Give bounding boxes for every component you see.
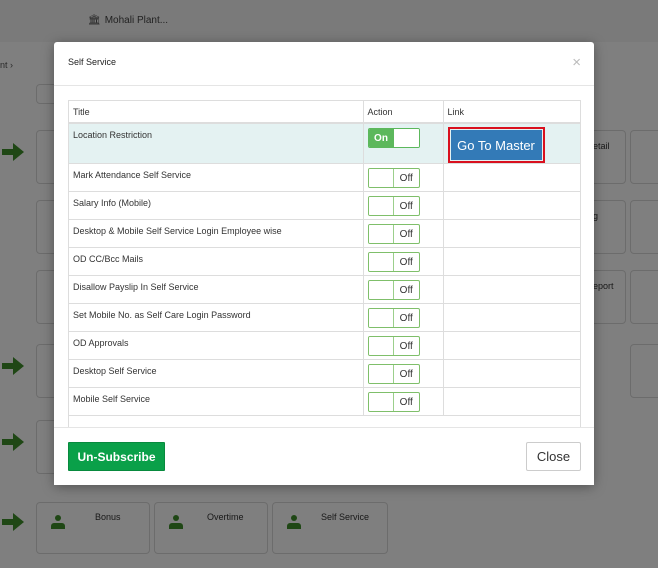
settings-table: Title Action Link Location Restriction O… bbox=[68, 100, 581, 456]
toggle-label: On bbox=[368, 129, 394, 147]
column-header-link: Link bbox=[443, 101, 580, 124]
column-header-title: Title bbox=[69, 101, 364, 124]
toggle-knob bbox=[368, 309, 394, 327]
row-link bbox=[443, 303, 580, 332]
row-action: Off bbox=[363, 359, 444, 388]
row-title: Disallow Payslip In Self Service bbox=[69, 275, 364, 304]
row-action: Off bbox=[363, 387, 444, 416]
row-action: Off bbox=[363, 303, 444, 332]
modal-title: Self Service bbox=[68, 57, 117, 67]
toggle-label: Off bbox=[399, 256, 413, 268]
toggle-label: Off bbox=[399, 312, 413, 324]
row-link bbox=[443, 163, 580, 192]
table-row: Set Mobile No. as Self Care Login Passwo… bbox=[69, 303, 580, 332]
toggle-switch[interactable]: Off bbox=[367, 392, 420, 412]
toggle-label: Off bbox=[399, 284, 413, 296]
row-title: Desktop & Mobile Self Service Login Empl… bbox=[69, 219, 364, 248]
row-link: Go To Master bbox=[443, 123, 580, 164]
row-title: Salary Info (Mobile) bbox=[69, 191, 364, 220]
table-row: OD CC/Bcc Mails Off bbox=[69, 247, 580, 276]
toggle-switch[interactable]: Off bbox=[367, 280, 420, 300]
table-row: Disallow Payslip In Self Service Off bbox=[69, 275, 580, 304]
row-action: Off bbox=[363, 219, 444, 248]
row-action: Off bbox=[363, 275, 444, 304]
row-title: Desktop Self Service bbox=[69, 359, 364, 388]
toggle-label: Off bbox=[399, 172, 413, 184]
row-action: On bbox=[363, 123, 444, 164]
row-title: OD Approvals bbox=[69, 331, 364, 360]
row-action: Off bbox=[363, 191, 444, 220]
row-link bbox=[443, 387, 580, 416]
toggle-switch[interactable]: Off bbox=[367, 308, 420, 328]
row-title: OD CC/Bcc Mails bbox=[69, 247, 364, 276]
table-row: OD Approvals Off bbox=[69, 331, 580, 360]
column-header-action: Action bbox=[363, 101, 444, 124]
table-row: Mark Attendance Self Service Off bbox=[69, 163, 580, 192]
toggle-switch[interactable]: On bbox=[367, 128, 420, 148]
toggle-switch[interactable]: Off bbox=[367, 252, 420, 272]
highlight-box: Go To Master bbox=[447, 127, 545, 163]
self-service-modal: Self Service × Title Action Link Locatio… bbox=[54, 42, 594, 485]
toggle-label: Off bbox=[399, 340, 413, 352]
toggle-knob bbox=[393, 129, 419, 147]
row-link bbox=[443, 331, 580, 360]
toggle-knob bbox=[368, 337, 394, 355]
toggle-label: Off bbox=[399, 368, 413, 380]
row-link bbox=[443, 247, 580, 276]
toggle-label: Off bbox=[399, 200, 413, 212]
table-row: Salary Info (Mobile) Off bbox=[69, 191, 580, 220]
row-action: Off bbox=[363, 163, 444, 192]
close-icon[interactable]: × bbox=[572, 55, 581, 70]
row-link bbox=[443, 359, 580, 388]
toggle-switch[interactable]: Off bbox=[367, 196, 420, 216]
modal-header: Self Service × bbox=[54, 42, 594, 86]
unsubscribe-button[interactable]: Un-Subscribe bbox=[68, 442, 165, 471]
row-action: Off bbox=[363, 247, 444, 276]
table-row: Desktop & Mobile Self Service Login Empl… bbox=[69, 219, 580, 248]
row-action: Off bbox=[363, 331, 444, 360]
toggle-switch[interactable]: Off bbox=[367, 336, 420, 356]
row-title: Mark Attendance Self Service bbox=[69, 163, 364, 192]
toggle-switch[interactable]: Off bbox=[367, 168, 420, 188]
row-title: Mobile Self Service bbox=[69, 387, 364, 416]
row-title: Location Restriction bbox=[69, 123, 364, 164]
modal-footer: Un-Subscribe Close bbox=[54, 427, 594, 485]
close-button[interactable]: Close bbox=[526, 442, 581, 471]
toggle-knob bbox=[368, 253, 394, 271]
row-link bbox=[443, 275, 580, 304]
toggle-knob bbox=[368, 225, 394, 243]
toggle-label: Off bbox=[399, 228, 413, 240]
row-link bbox=[443, 219, 580, 248]
toggle-knob bbox=[368, 281, 394, 299]
toggle-knob bbox=[368, 393, 394, 411]
toggle-switch[interactable]: Off bbox=[367, 364, 420, 384]
toggle-knob bbox=[368, 197, 394, 215]
table-row: Mobile Self Service Off bbox=[69, 387, 580, 416]
toggle-knob bbox=[368, 169, 394, 187]
toggle-label: Off bbox=[399, 396, 413, 408]
table-row: Location Restriction On Go To Master bbox=[69, 123, 580, 164]
row-title: Set Mobile No. as Self Care Login Passwo… bbox=[69, 303, 364, 332]
toggle-switch[interactable]: Off bbox=[367, 224, 420, 244]
table-row: Desktop Self Service Off bbox=[69, 359, 580, 388]
toggle-knob bbox=[368, 365, 394, 383]
row-link bbox=[443, 191, 580, 220]
go-to-master-button[interactable]: Go To Master bbox=[450, 130, 542, 160]
